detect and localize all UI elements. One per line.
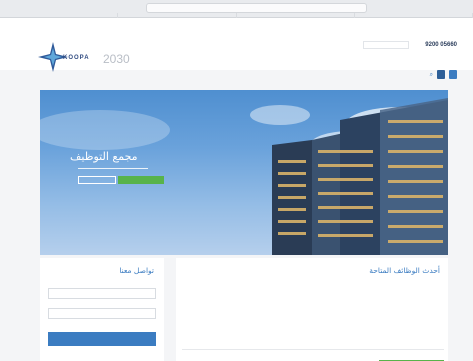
top-links: 9200 05660 <box>363 41 457 49</box>
job-cell <box>249 312 309 322</box>
register-button[interactable] <box>449 70 457 79</box>
hero-secondary-button[interactable] <box>78 176 116 184</box>
jobs-tabs <box>182 349 444 361</box>
table-row[interactable] <box>182 296 442 306</box>
job-cell <box>382 296 442 306</box>
search-icon[interactable]: ⌕ <box>430 71 433 79</box>
vision-2030-logo: 2030 <box>103 52 130 66</box>
job-cell <box>182 312 242 322</box>
job-cell <box>315 330 375 340</box>
table-row[interactable] <box>182 312 442 322</box>
site-header: KOOPA 2030 9200 05660 ⌕ <box>0 18 473 79</box>
phone-number: 9200 05660 <box>425 42 457 48</box>
job-cell <box>249 296 309 306</box>
tab-jobs-2[interactable] <box>248 350 314 361</box>
job-cell <box>315 296 375 306</box>
address-bar[interactable] <box>146 3 367 13</box>
hero-title: مجمع التوظيف <box>70 150 138 163</box>
job-cell <box>382 312 442 322</box>
job-cell <box>249 330 309 340</box>
search-input[interactable] <box>363 41 410 49</box>
submit-button[interactable] <box>48 332 156 346</box>
browser-bar <box>0 0 473 18</box>
tab-jobs-4[interactable] <box>378 350 444 361</box>
latest-jobs-panel: أحدث الوظائف المتاحة <box>176 258 448 361</box>
job-cell <box>315 312 375 322</box>
main-nav: ⌕ <box>414 70 457 79</box>
job-cell <box>182 296 242 306</box>
name-field[interactable] <box>48 288 156 299</box>
contact-panel-title: تواصل معنا <box>119 266 154 275</box>
building-illustration <box>40 98 448 255</box>
jobs-panel-title: أحدث الوظائف المتاحة <box>369 266 440 275</box>
table-row[interactable] <box>182 330 442 340</box>
tab-jobs-1[interactable] <box>182 350 248 361</box>
hero-divider <box>78 168 148 169</box>
contact-panel: تواصل معنا <box>40 258 164 361</box>
tab-jobs-3[interactable] <box>313 350 379 361</box>
message-field[interactable] <box>48 308 156 319</box>
logo-text: KOOPA <box>63 55 90 61</box>
hero-banner <box>40 90 448 255</box>
job-cell <box>182 330 242 340</box>
login-button[interactable] <box>437 70 445 79</box>
hero-primary-button[interactable] <box>118 176 164 184</box>
job-cell <box>382 330 442 340</box>
